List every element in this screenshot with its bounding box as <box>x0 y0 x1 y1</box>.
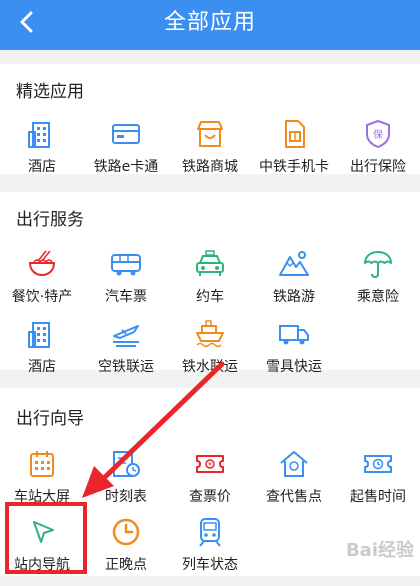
app-label: 约车 <box>196 289 224 305</box>
hotel-icon <box>28 322 50 348</box>
app-rail-travel[interactable]: 铁路游 <box>252 248 336 318</box>
ship-icon <box>196 320 224 348</box>
app-label: 酒店 <box>28 359 56 375</box>
ticket-price-icon: ¥ <box>196 455 224 473</box>
app-travel-insurance[interactable]: 保 出行保险 <box>336 118 420 188</box>
app-label: 空铁联运 <box>98 359 154 375</box>
app-label: 起售时间 <box>350 489 406 505</box>
insurance-icon: 保 <box>366 120 390 148</box>
app-label: 出行保险 <box>350 159 406 175</box>
plane-icon <box>113 325 139 347</box>
app-railway-mall[interactable]: 铁路商城 <box>168 118 252 188</box>
section-travel-services: 出行服务 餐饮·特产 汽车票 约车 铁路游 乘意险 酒店 空铁联运 铁水联运 雪… <box>0 192 420 375</box>
section-featured-apps: 精选应用 酒店 铁路e卡通 铁路商城 中铁手机卡 保 出行保险 <box>0 64 420 175</box>
app-sales-outlet[interactable]: 查代售点 <box>252 448 336 518</box>
card-icon <box>112 124 140 144</box>
timetable-icon <box>113 451 140 477</box>
svg-text:保: 保 <box>373 128 383 141</box>
shop-icon <box>197 121 223 147</box>
truck-icon <box>279 325 309 345</box>
app-label: 时刻表 <box>105 489 147 505</box>
app-railway-ecard[interactable]: 铁路e卡通 <box>84 118 168 188</box>
app-label: 正晚点 <box>105 557 147 573</box>
app-label: 餐饮·特产 <box>11 289 73 305</box>
highlight-box <box>5 502 87 574</box>
section-title: 精选应用 <box>16 82 84 102</box>
svg-text:¥: ¥ <box>208 462 212 469</box>
umbrella-icon <box>364 251 392 279</box>
app-accident-insurance[interactable]: 乘意险 <box>336 248 420 318</box>
app-label: 铁水联运 <box>182 359 238 375</box>
app-label: 铁路e卡通 <box>93 159 159 175</box>
app-label: 查代售点 <box>266 489 322 505</box>
section-title: 出行向导 <box>16 409 84 429</box>
mountain-icon <box>279 251 309 276</box>
top-bar: 全部应用 <box>0 0 420 50</box>
app-label: 铁路商城 <box>182 159 238 175</box>
taxi-icon <box>196 250 224 276</box>
page-title: 全部应用 <box>163 10 256 35</box>
clock-icon <box>112 518 140 546</box>
app-ski-express[interactable]: 雪具快运 <box>252 318 336 388</box>
app-label: 汽车票 <box>105 289 147 305</box>
app-sim-card[interactable]: 中铁手机卡 <box>252 118 336 188</box>
train-icon <box>199 518 221 547</box>
hotel-icon <box>28 122 50 148</box>
app-ride-hailing[interactable]: 约车 <box>168 248 252 318</box>
app-bus-ticket[interactable]: 汽车票 <box>84 248 168 318</box>
app-air-rail[interactable]: 空铁联运 <box>84 318 168 388</box>
app-hotel-2[interactable]: 酒店 <box>0 318 84 388</box>
app-label: 铁路游 <box>273 289 315 305</box>
bus-icon <box>111 254 141 276</box>
section-title: 出行服务 <box>16 210 84 230</box>
calendar-grid-icon <box>30 451 54 477</box>
app-food-specialty[interactable]: 餐饮·特产 <box>0 248 84 318</box>
app-label: 列车状态 <box>182 557 238 573</box>
noodle-icon <box>28 250 56 277</box>
home-ticket-icon <box>280 451 308 477</box>
app-label: 酒店 <box>28 159 56 175</box>
app-label: 查票价 <box>189 489 231 505</box>
ticket-clock-icon <box>364 455 392 473</box>
app-hotel[interactable]: 酒店 <box>0 118 84 188</box>
app-label: 乘意险 <box>357 289 399 305</box>
watermark: Bai经验 <box>345 540 414 561</box>
app-timetable[interactable]: 时刻表 <box>84 448 168 518</box>
app-fare-check[interactable]: ¥ 查票价 <box>168 448 252 518</box>
app-sale-time[interactable]: 起售时间 <box>336 448 420 518</box>
app-label: 中铁手机卡 <box>259 159 329 175</box>
app-rail-water[interactable]: 铁水联运 <box>168 318 252 388</box>
app-label: 雪具快运 <box>266 359 322 375</box>
sim-card-icon <box>285 120 305 148</box>
